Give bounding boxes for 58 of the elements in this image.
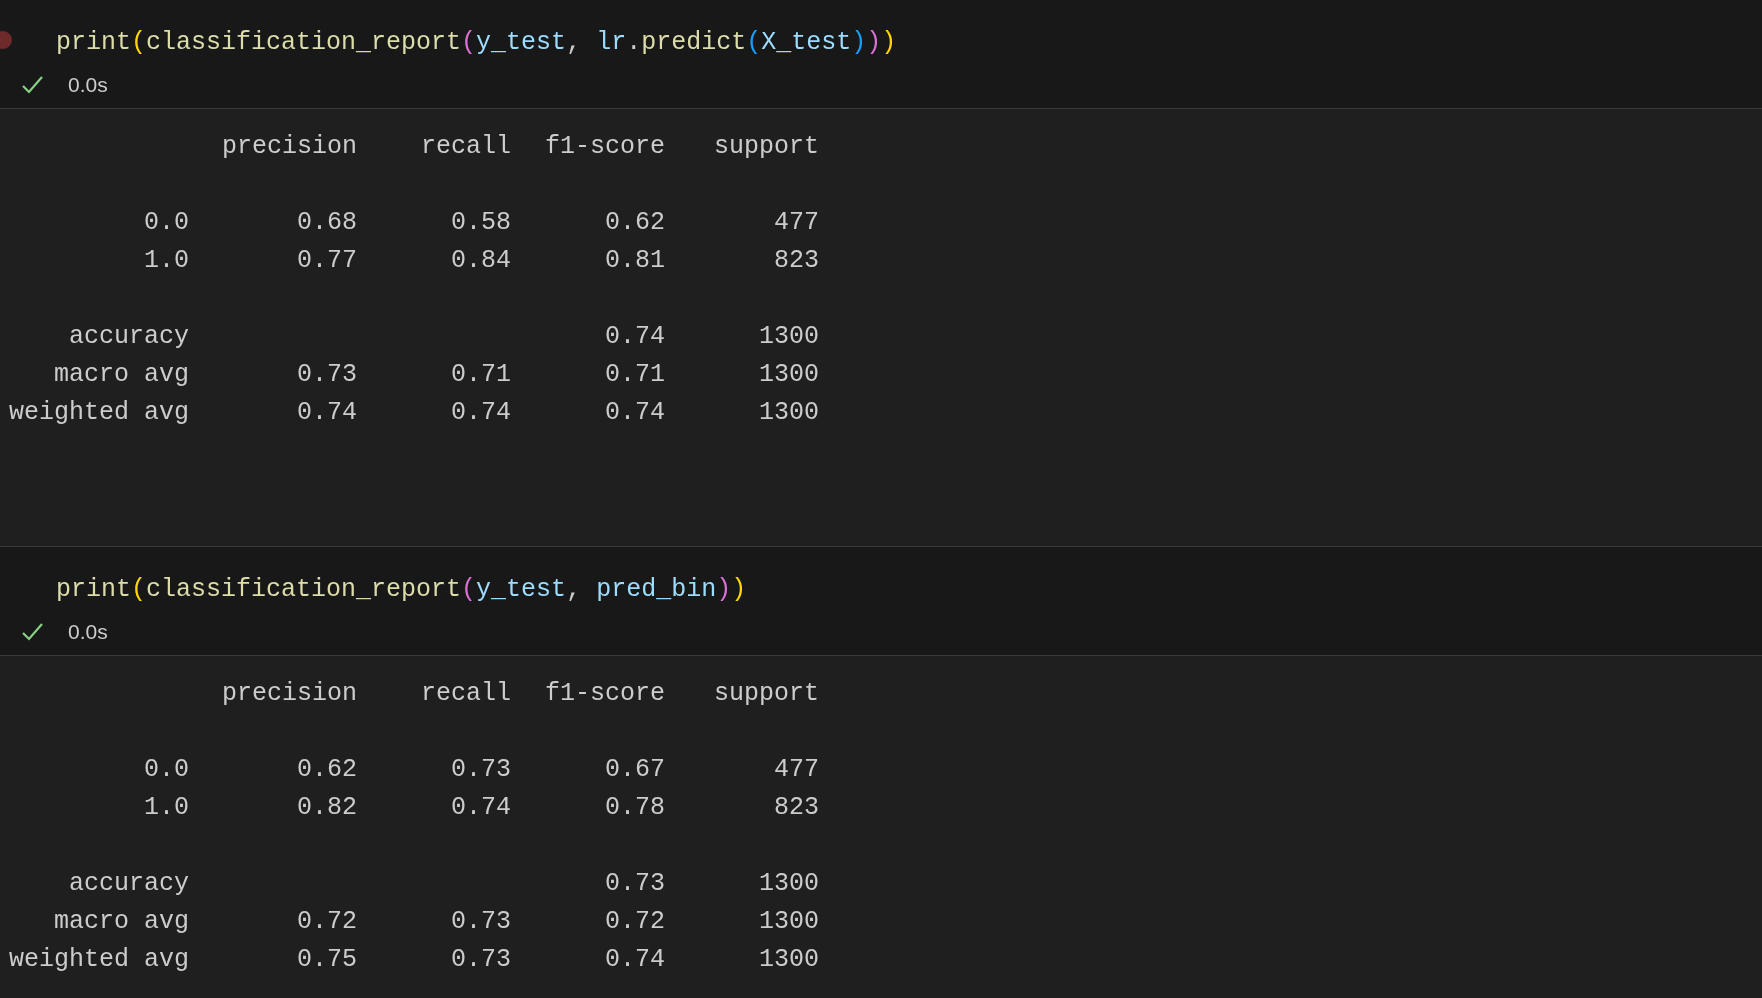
table-cell: 0.62	[297, 755, 357, 785]
row-label: accuracy	[68, 322, 189, 352]
table-cell: 0.74	[297, 398, 357, 428]
table-cell: 0.67	[605, 755, 665, 785]
execution-time: 0.0s	[68, 619, 108, 646]
execution-time: 0.0s	[68, 72, 108, 99]
table-cell: 0.72	[605, 907, 665, 937]
table-cell: 1300	[759, 869, 819, 899]
table-cell: 0.73	[451, 907, 511, 937]
table-cell: 0.84	[451, 246, 511, 276]
table-cell: 0.73	[297, 360, 357, 390]
table-cell: 0.78	[605, 793, 665, 823]
table-cell: 0.73	[451, 945, 511, 975]
table-cell: 0.71	[451, 360, 511, 390]
table-cell: 0.74	[605, 398, 665, 428]
column-header: recall	[421, 679, 511, 709]
table-cell: 1300	[759, 360, 819, 390]
column-header: precision	[221, 679, 357, 709]
table-cell: 1300	[759, 945, 819, 975]
row-label: 0.0	[144, 208, 189, 238]
table-cell: 0.72	[297, 907, 357, 937]
table-cell: 0.62	[605, 208, 665, 238]
column-header: f1-score	[544, 679, 665, 709]
table-cell: 1300	[759, 907, 819, 937]
row-label: weighted avg	[8, 945, 189, 975]
row-label: weighted avg	[8, 398, 189, 428]
table-cell: 1300	[759, 398, 819, 428]
table-cell: 1300	[759, 322, 819, 352]
row-label: 1.0	[144, 793, 189, 823]
row-label: accuracy	[68, 869, 189, 899]
table-cell: 823	[774, 793, 819, 823]
code-line[interactable]: print(classification_report(y_test, pred_bin))	[56, 571, 747, 609]
table-cell: 0.75	[297, 945, 357, 975]
code-line[interactable]: print(classification_report(y_test, lr.predict(X_test)))	[56, 24, 897, 62]
row-label: 0.0	[144, 755, 189, 785]
table-cell: 0.73	[605, 869, 665, 899]
column-header: f1-score	[544, 132, 665, 162]
column-header: recall	[421, 132, 511, 162]
table-cell: 0.68	[297, 208, 357, 238]
column-header: support	[713, 679, 819, 709]
row-label: 1.0	[144, 246, 189, 276]
table-cell: 0.82	[297, 793, 357, 823]
row-label: macro avg	[53, 360, 189, 390]
table-cell: 477	[774, 755, 819, 785]
table-cell: 0.74	[451, 398, 511, 428]
table-cell: 0.71	[605, 360, 665, 390]
column-header: precision	[221, 132, 357, 162]
table-cell: 0.74	[605, 945, 665, 975]
row-label: macro avg	[53, 907, 189, 937]
table-cell: 0.74	[451, 793, 511, 823]
table-cell: 823	[774, 246, 819, 276]
table-cell: 0.77	[297, 246, 357, 276]
table-cell: 0.81	[605, 246, 665, 276]
table-cell: 0.74	[605, 322, 665, 352]
column-header: support	[713, 132, 819, 162]
table-cell: 477	[774, 208, 819, 238]
table-cell: 0.58	[451, 208, 511, 238]
table-cell: 0.73	[451, 755, 511, 785]
